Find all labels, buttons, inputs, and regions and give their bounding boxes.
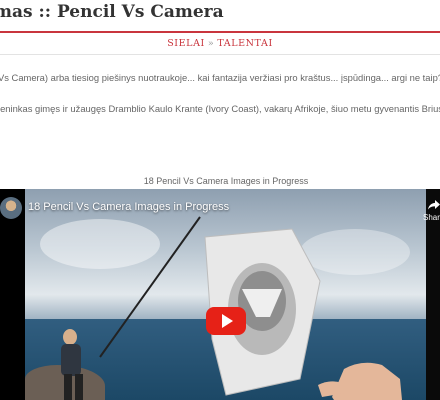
share-button[interactable]: Shar — [423, 198, 440, 222]
youtube-play-icon[interactable] — [206, 307, 246, 335]
share-label: Shar — [423, 213, 440, 222]
article-paragraph: Vs Camera) arba tiesiog piešinys nuotrau… — [0, 72, 440, 83]
page-title: mas :: Pencil Vs Camera — [0, 2, 224, 22]
category-link-talentai[interactable]: TALENTAI — [217, 38, 272, 49]
category-separator: » — [207, 38, 215, 49]
title-divider — [0, 31, 440, 33]
category-links: SIELAI» TALENTAI — [0, 38, 440, 49]
category-link-sielai[interactable]: SIELAI — [167, 38, 205, 49]
video-caption: 18 Pencil Vs Camera Images in Progress — [143, 176, 309, 186]
category-divider — [0, 54, 440, 55]
article-paragraph: leninkas gimęs ir užaugęs Dramblio Kaulo… — [0, 103, 440, 114]
channel-avatar-icon[interactable] — [0, 197, 22, 219]
share-icon — [423, 198, 440, 212]
youtube-video-embed[interactable]: 18 Pencil Vs Camera Images in Progress S… — [0, 189, 440, 400]
video-title[interactable]: 18 Pencil Vs Camera Images in Progress — [28, 201, 229, 213]
